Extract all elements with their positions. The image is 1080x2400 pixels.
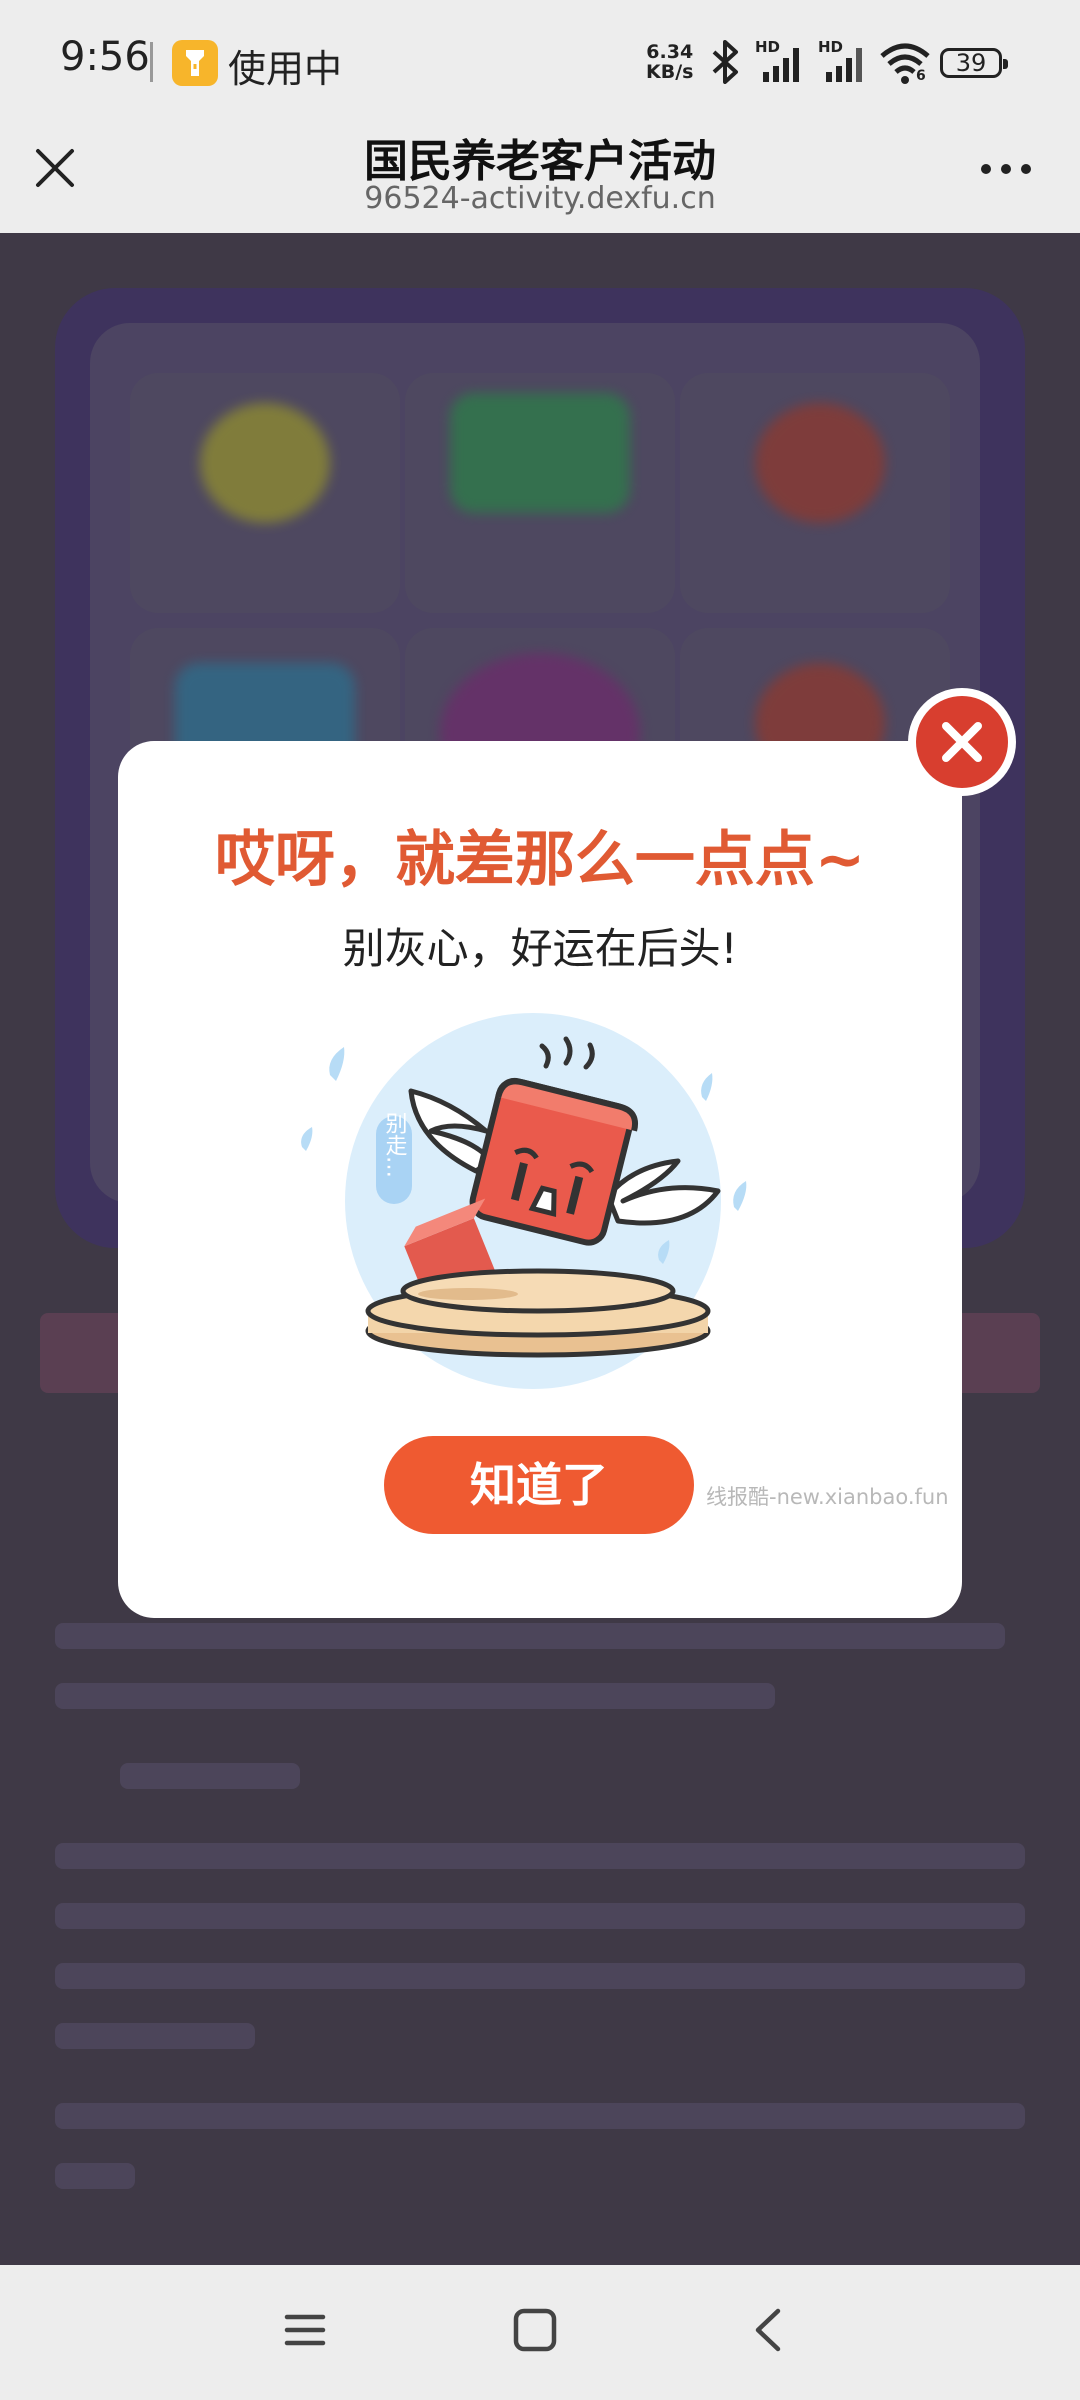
back-icon[interactable] xyxy=(750,2305,786,2355)
illustration-caption: 别走… xyxy=(382,1112,408,1178)
system-nav-bar xyxy=(0,2265,1080,2400)
watermark-text: 线报酷-new.xianbao.fun xyxy=(706,1485,949,1509)
close-circle-icon[interactable] xyxy=(908,688,1016,796)
home-icon[interactable] xyxy=(512,2305,558,2355)
wifi-label: 6 xyxy=(916,68,926,84)
status-app-usage: 使用中 xyxy=(228,47,343,91)
close-circle-fill xyxy=(916,696,1008,788)
network-speed-unit: KB/s xyxy=(646,61,694,83)
battery-icon: 39 xyxy=(940,48,1008,78)
background-text-line xyxy=(55,2103,1025,2129)
dialog-title: 哎呀，就差那么一点点~ xyxy=(214,825,866,895)
background-blob xyxy=(200,403,330,523)
confirm-button[interactable]: 知道了 xyxy=(384,1436,694,1534)
more-icon[interactable] xyxy=(978,159,1034,179)
page-url: 96524-activity.dexfu.cn xyxy=(364,181,716,216)
bluetooth-icon xyxy=(712,40,738,84)
flying-gift-box-illustration: 别走… xyxy=(301,1013,747,1389)
flashlight-icon xyxy=(172,40,218,86)
background-text-line xyxy=(120,1763,300,1789)
background-text-line xyxy=(55,2023,255,2049)
background-text-line xyxy=(55,1683,775,1709)
status-bar: 9:56 使用中 6.34 KB/s HD HD 6 39 xyxy=(0,0,1080,125)
result-dialog: 哎呀，就差那么一点点~ 别灰心，好运在后头! 别走… 知道了 线报酷-new.x… xyxy=(118,741,962,1618)
background-text-line xyxy=(55,1843,1025,1869)
background-text-line xyxy=(55,1903,1025,1929)
background-blob xyxy=(450,393,630,513)
status-time: 9:56 xyxy=(60,34,150,80)
background-text-line xyxy=(55,2163,135,2189)
dialog-subtitle: 别灰心，好运在后头! xyxy=(342,924,738,973)
status-divider xyxy=(150,42,153,82)
page-title: 国民养老客户活动 xyxy=(364,136,716,187)
close-x-glyph xyxy=(942,722,982,762)
wifi-icon: 6 xyxy=(878,40,932,90)
background-text-line xyxy=(55,1963,1025,1989)
menu-icon[interactable] xyxy=(283,2305,327,2355)
background-text-line xyxy=(55,1623,1005,1649)
browser-title-bar: 国民养老客户活动 96524-activity.dexfu.cn xyxy=(0,125,1080,233)
network-speed: 6.34 KB/s xyxy=(646,42,693,82)
background-blob xyxy=(755,403,885,523)
network-speed-value: 6.34 xyxy=(646,41,694,63)
